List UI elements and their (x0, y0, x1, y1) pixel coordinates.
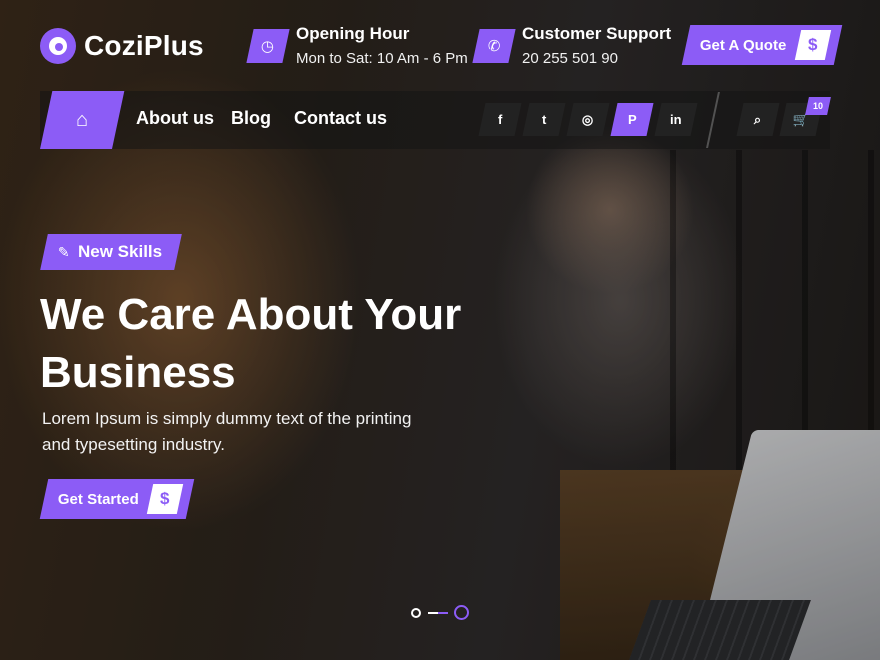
phone-icon: ✆ (472, 28, 516, 63)
instagram-icon[interactable]: ◎ (566, 103, 610, 136)
pinterest-icon[interactable]: P (610, 103, 654, 136)
cart-count-badge: 10 (805, 97, 831, 115)
hero-headline: We Care About Your Business (40, 290, 462, 397)
site-logo[interactable]: CoziPlus (40, 28, 204, 64)
facebook-icon[interactable]: f (478, 103, 522, 136)
opening-hour-info: ◷ Opening Hour Mon to Sat: 10 Am - 6 Pm (246, 24, 468, 67)
slider-dot-1[interactable] (411, 608, 421, 618)
get-a-quote-label: Get A Quote (700, 36, 787, 54)
logo-text: CoziPlus (84, 30, 204, 61)
home-button[interactable]: ⌂ (40, 91, 125, 149)
dollar-icon: $ (794, 30, 832, 60)
logo-mark-icon (40, 28, 76, 64)
customer-support-title: Customer Support (522, 24, 672, 43)
hero-description: Lorem Ipsum is simply dummy text of the … (42, 409, 412, 454)
nav-link-blog[interactable]: Blog (231, 108, 271, 129)
dollar-icon: $ (146, 484, 184, 514)
opening-hour-value: Mon to Sat: 10 Am - 6 Pm (296, 50, 468, 67)
get-started-label: Get Started (58, 490, 139, 508)
clock-icon: ◷ (246, 28, 290, 63)
nav-link-contact-us[interactable]: Contact us (294, 108, 387, 129)
hero-tag-label: New Skills (77, 242, 162, 261)
hero-tag: ✎ New Skills (40, 234, 182, 270)
customer-support-info: ✆ Customer Support 20 255 501 90 (472, 24, 672, 67)
slider-dot-connector (428, 612, 448, 614)
nav-link-about-us[interactable]: About us (136, 108, 214, 129)
search-icon[interactable]: ⌕ (736, 103, 780, 136)
get-a-quote-button[interactable]: Get A Quote $ (681, 25, 843, 65)
get-started-button[interactable]: Get Started $ (39, 479, 195, 519)
opening-hour-title: Opening Hour (296, 24, 410, 43)
pencil-icon: ✎ (58, 243, 70, 260)
linkedin-icon[interactable]: in (654, 103, 698, 136)
home-icon: ⌂ (76, 108, 89, 131)
twitter-icon[interactable]: t (522, 103, 566, 136)
slider-dot-2-active[interactable] (454, 605, 469, 620)
customer-support-phone[interactable]: 20 255 501 90 (522, 50, 671, 67)
